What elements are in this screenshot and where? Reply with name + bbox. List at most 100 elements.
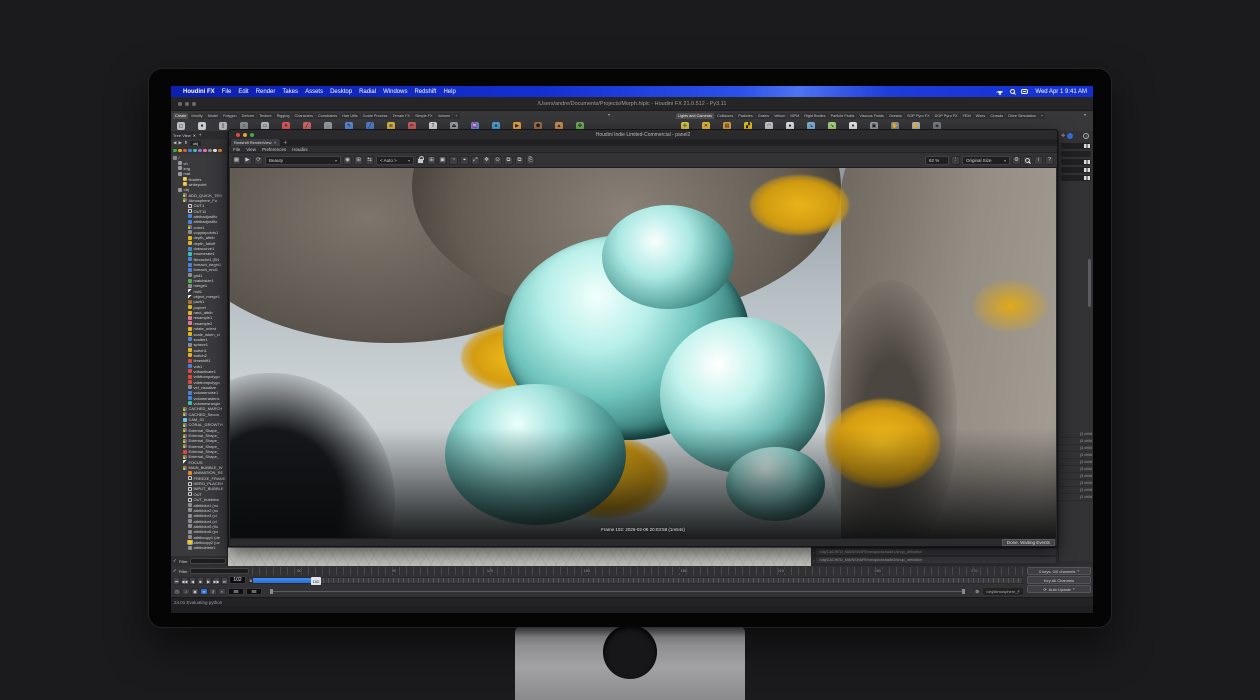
shelf-tab[interactable]: Characters [292, 113, 315, 119]
children-count-row[interactable]: (3 child [1059, 459, 1093, 466]
tree-filter-icons[interactable] [171, 147, 227, 154]
shelf-tab[interactable]: Guide Process [361, 113, 390, 119]
children-count-row[interactable]: (3 child [1059, 445, 1093, 452]
shelf-tab[interactable]: Volume [436, 113, 453, 119]
renderview-menu-item[interactable]: View [246, 147, 256, 152]
menubar-item[interactable]: Windows [383, 89, 407, 95]
wifi-icon[interactable] [996, 89, 1004, 95]
lock-icon[interactable] [416, 156, 425, 165]
gear-icon[interactable]: ⚙ [973, 588, 981, 595]
control-center-icon[interactable] [1021, 89, 1028, 94]
search-icon[interactable] [1010, 89, 1015, 94]
keys-summary-select[interactable]: 0 keys, 0/0 channels▾ [1027, 567, 1091, 575]
shelf-overflow-caret[interactable]: ▾ [1084, 112, 1086, 117]
timeline-track[interactable]: 102 [252, 577, 1023, 584]
range-slider[interactable] [270, 591, 965, 592]
up-icon[interactable]: ⬆ [184, 140, 188, 146]
shelf-tab[interactable]: Constraints [316, 113, 339, 119]
parameter-field[interactable] [1061, 159, 1091, 165]
region-render-icon[interactable]: ▣ [438, 156, 447, 165]
expand-icon[interactable]: ⤢ [471, 156, 480, 165]
scrollbar[interactable] [1088, 259, 1091, 307]
shelf-tab[interactable]: Collisions [715, 113, 735, 119]
renderview-menu-item[interactable]: Preferences [262, 147, 286, 152]
copy-clipboard-icon[interactable]: ⎘ [526, 156, 535, 165]
tree-filter-input[interactable] [190, 558, 226, 564]
children-count-row[interactable]: (3 child [1059, 452, 1093, 459]
renderview-menu-item[interactable]: Houdini [292, 147, 307, 152]
transport-button[interactable]: ◀ [189, 577, 196, 585]
shelf-tab[interactable]: Hair Utils [340, 113, 359, 119]
tree-path-chip[interactable]: obj [190, 141, 201, 146]
grid-overlay-icon[interactable]: ⊞ [427, 156, 436, 165]
shelf-tool-icon[interactable]: ◻ [177, 122, 185, 130]
transport-button[interactable]: ⏮ [173, 577, 180, 585]
aov-select[interactable]: Beauty▾ [265, 156, 341, 165]
shelf-tab[interactable]: Polygon [221, 113, 239, 119]
shelf-tab[interactable]: Vellum [772, 113, 787, 119]
menubar-item[interactable]: Redshift [414, 89, 436, 95]
children-count-row[interactable]: (3 child [1059, 438, 1093, 445]
shelf-tab[interactable]: SOP Pyro FX [905, 113, 932, 119]
snapshot-a-icon[interactable]: ⧉ [504, 156, 513, 165]
back-icon[interactable]: ◀ [173, 140, 176, 146]
more-options-icon[interactable]: ⋮ [951, 156, 960, 165]
magnifier-icon[interactable] [1023, 156, 1032, 165]
children-count-row[interactable]: (3 child [1059, 480, 1093, 487]
shelf-tab[interactable]: Oceans [887, 113, 904, 119]
shelf-tool-icon[interactable]: ● [198, 122, 206, 130]
snapshot-b-icon[interactable]: ⧉ [515, 156, 524, 165]
shelf-tab[interactable]: + [453, 113, 459, 119]
forward-icon[interactable]: ▶ [178, 140, 181, 146]
shelf-tab[interactable]: Modify [189, 113, 204, 119]
material-row[interactable]: • /obj/CACHED_MAINSHAPE/vexquickshade1/s… [811, 548, 1058, 556]
shelf-tab[interactable]: Crowds [988, 113, 1005, 119]
menubar-item[interactable]: Edit [238, 89, 248, 95]
material-row[interactable]: • /obj/CACHED_MAINSHAPE/vexquickshade2/s… [811, 556, 1058, 564]
transport-button[interactable]: ◀◀ [181, 577, 188, 585]
parameter-field[interactable] [1061, 143, 1091, 149]
shelf-tool-icon[interactable]: ▯ [219, 122, 227, 130]
shelf-tab[interactable]: Particle Fluids [829, 113, 857, 119]
clock-icon[interactable]: ◔ [449, 156, 458, 165]
loop-icon[interactable]: ∞ [200, 588, 208, 595]
renderview-menu-item[interactable]: File [233, 147, 240, 152]
shelf-tab[interactable]: Deform [240, 113, 256, 119]
shelf-tab[interactable]: Grains [756, 113, 771, 119]
key-icon[interactable]: ⚷ [209, 588, 217, 595]
parameter-field[interactable] [1061, 175, 1091, 181]
children-count-row[interactable]: (3 child [1059, 466, 1093, 473]
parameter-field[interactable] [1061, 151, 1091, 157]
shelf-tab[interactable]: + [1039, 113, 1045, 119]
children-count-row[interactable]: (3 child [1059, 473, 1093, 480]
sim-toggle-icon[interactable]: ≈ [218, 588, 226, 595]
transport-button[interactable]: ▶▶ [213, 577, 220, 585]
tab-redshift-renderview[interactable]: Redshift RenderView ✕ [231, 139, 280, 146]
material-path[interactable]: /obj/CACHED_MAINSHAPE/vexquickshade2/sho… [816, 557, 1056, 563]
center-view-icon[interactable]: ⌖ [460, 156, 469, 165]
shelf-overflow-caret[interactable]: ▾ [608, 112, 610, 117]
shelf-tab[interactable]: DOP Pyro FX [933, 113, 960, 119]
compare-icon[interactable]: ⊞ [354, 156, 363, 165]
pan-zoom-icon[interactable]: ✥ [482, 156, 491, 165]
transport-button[interactable]: ▶ [205, 577, 212, 585]
material-path[interactable]: /obj/CACHED_MAINSHAPE/vexquickshade1/sho… [816, 549, 1056, 555]
loop-icon[interactable]: ⇆ [365, 156, 374, 165]
menubar-clock[interactable]: Wed Apr 1 9:41 AM [1035, 89, 1087, 95]
range-end-field[interactable]: 88 [246, 588, 262, 595]
network-path-field[interactable]: /obj/Atmosphere_F [983, 588, 1023, 595]
tree-pane-tab[interactable]: Tree View [173, 133, 191, 138]
range-start-field[interactable]: 88 [228, 588, 244, 595]
children-count-row[interactable]: (3 child [1059, 431, 1093, 438]
menubar-item[interactable]: Radial [359, 89, 376, 95]
timeline-ruler[interactable]: 6090120150180210240270 [252, 567, 1023, 575]
info-icon[interactable]: i [1034, 156, 1043, 165]
shelf-tab[interactable]: FEM [961, 113, 973, 119]
help-icon[interactable]: ? [1045, 156, 1054, 165]
parameter-field[interactable] [1061, 167, 1091, 173]
current-frame-field[interactable]: 102 [229, 576, 246, 584]
menubar-item[interactable]: Help [443, 89, 455, 95]
camera-icon[interactable]: ▣ [191, 588, 199, 595]
menubar-item[interactable]: File [222, 89, 232, 95]
shelf-tab[interactable]: Wires [974, 113, 988, 119]
